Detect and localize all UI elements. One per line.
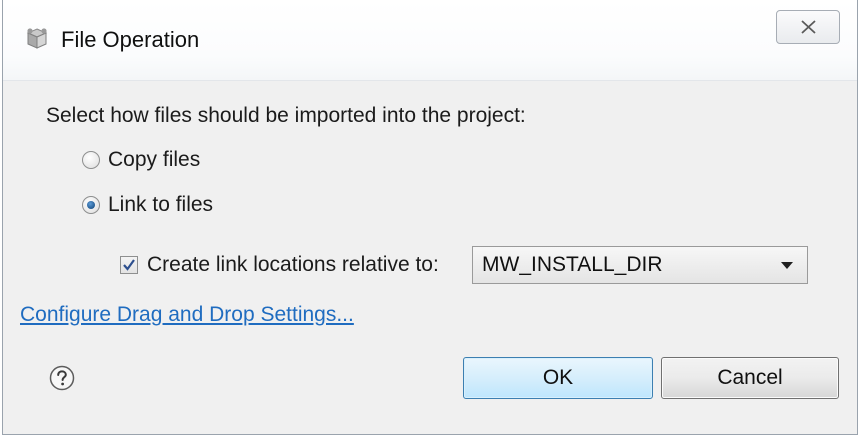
instruction-text: Select how files should be imported into… — [46, 104, 526, 127]
link-to-files-radio[interactable] — [82, 196, 100, 214]
title-bar[interactable]: File Operation — [3, 0, 857, 81]
relative-link-label[interactable]: Create link locations relative to: — [147, 253, 439, 277]
link-to-files-label[interactable]: Link to files — [108, 193, 213, 217]
copy-files-radio[interactable] — [82, 151, 100, 169]
relative-link-option[interactable]: Create link locations relative to: — [120, 250, 439, 280]
help-icon[interactable] — [49, 365, 75, 391]
copy-files-label[interactable]: Copy files — [108, 148, 200, 172]
cancel-button[interactable]: Cancel — [661, 357, 839, 399]
gear-box-icon — [26, 28, 48, 49]
relative-link-checkbox[interactable] — [120, 256, 138, 274]
checkmark-icon — [123, 259, 135, 271]
dropdown-arrow-icon[interactable] — [781, 262, 793, 269]
dropdown-selected-value: MW_INSTALL_DIR — [482, 253, 663, 276]
relative-location-dropdown[interactable]: MW_INSTALL_DIR — [472, 246, 808, 284]
ok-button[interactable]: OK — [463, 357, 653, 399]
file-operation-dialog: File Operation Select how files should b… — [2, 0, 858, 435]
close-button[interactable] — [776, 10, 840, 44]
link-to-files-option[interactable]: Link to files — [82, 190, 213, 220]
copy-files-option[interactable]: Copy files — [82, 145, 200, 175]
dialog-title: File Operation — [61, 27, 200, 52]
close-icon — [801, 20, 816, 34]
configure-drag-drop-link[interactable]: Configure Drag and Drop Settings... — [20, 303, 354, 327]
